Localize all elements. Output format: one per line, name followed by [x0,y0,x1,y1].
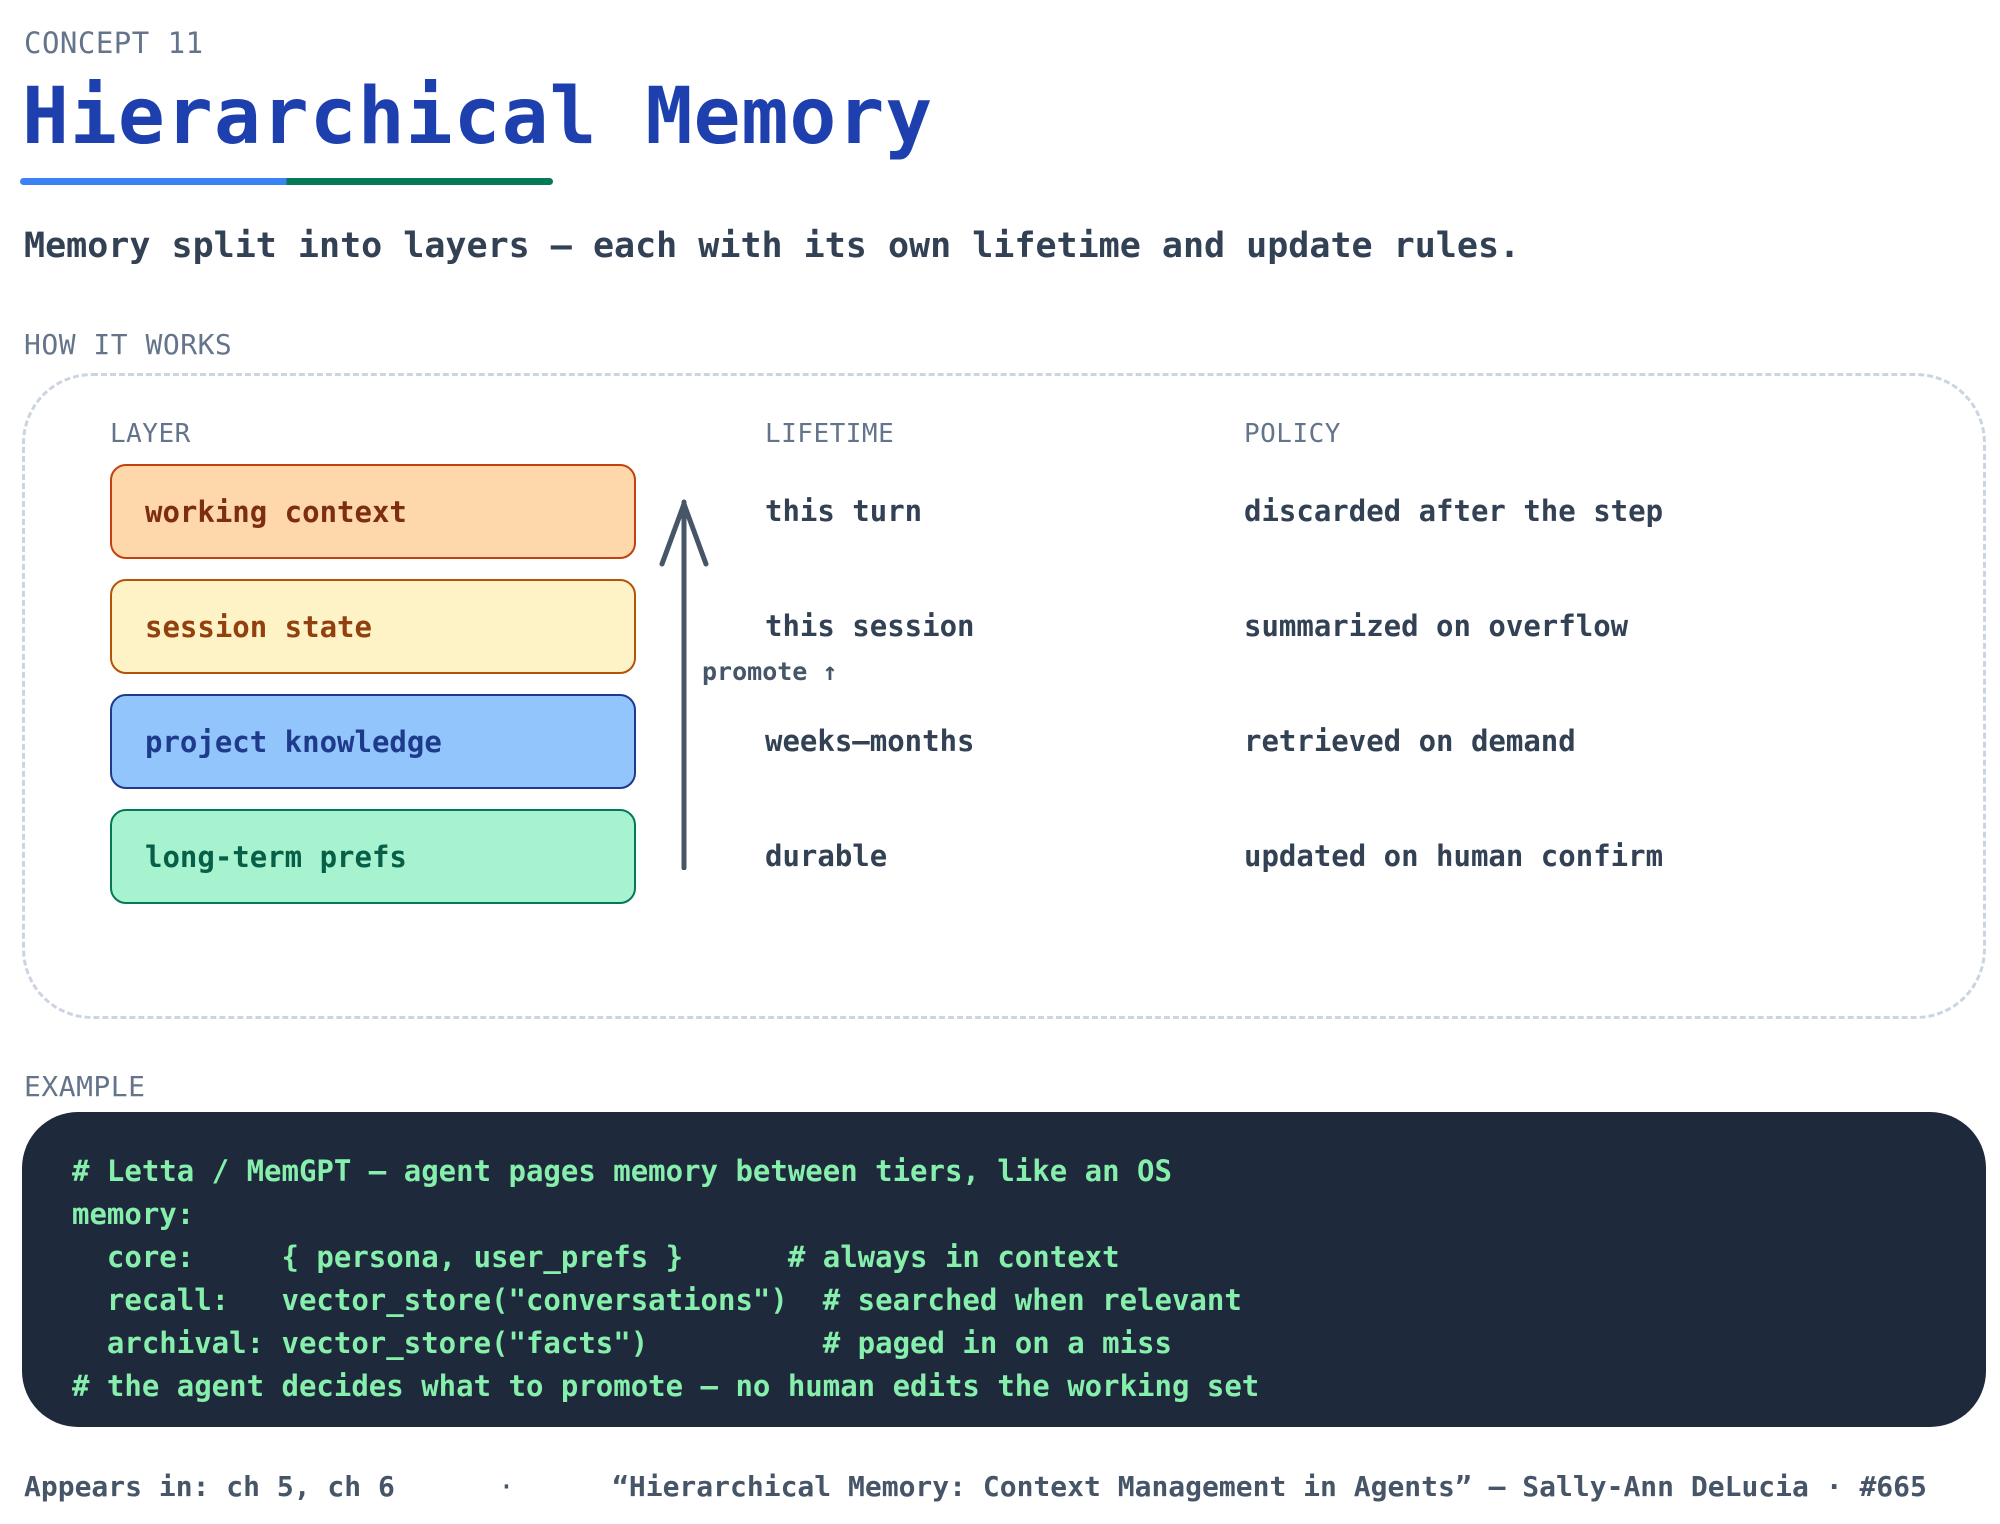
layer-name: project knowledge [145,724,442,759]
page-subtitle: Memory split into layers — each with its… [24,226,1521,266]
title-underline [20,178,553,185]
column-header-lifetime: LIFETIME [765,419,895,449]
page-title: Hierarchical Memory [22,72,934,162]
lifetime-value: this turn [765,494,923,528]
layer-box-long-term-prefs: long-term prefs [110,809,636,904]
policy-value: summarized on overflow [1244,609,1629,643]
policy-value: retrieved on demand [1244,724,1576,758]
layer-name: long-term prefs [145,839,407,874]
concept-label: CONCEPT 11 [24,26,204,60]
code-line: # the agent decides what to promote — no… [72,1369,1260,1403]
layer-box-session-state: session state [110,579,636,674]
lifetime-value: durable [765,839,888,873]
layer-box-working-context: working context [110,464,636,559]
promote-label: promote ↑ [702,657,838,686]
code-line: recall: vector_store("conversations") # … [72,1283,1242,1317]
code-example-block: # Letta / MemGPT — agent pages memory be… [22,1112,1986,1427]
lifetime-value: weeks–months [765,724,975,758]
column-header-layer: LAYER [110,419,191,449]
footer-separator: · [498,1470,515,1503]
citation-text: “Hierarchical Memory: Context Management… [612,1470,1927,1503]
code-line: memory: [72,1197,195,1231]
policy-value: updated on human confirm [1244,839,1664,873]
policy-value: discarded after the step [1244,494,1664,528]
column-header-policy: POLICY [1244,419,1341,449]
code-line: archival: vector_store("facts") # paged … [72,1326,1172,1360]
lifetime-value: this session [765,609,975,643]
how-it-works-label: HOW IT WORKS [24,328,233,361]
example-label: EXAMPLE [24,1070,146,1103]
code-line: core: { persona, user_prefs } # always i… [72,1240,1120,1274]
layer-box-project-knowledge: project knowledge [110,694,636,789]
layer-name: session state [145,609,372,644]
layer-name: working context [145,494,407,529]
code-line: # Letta / MemGPT — agent pages memory be… [72,1154,1172,1188]
appears-in-text: Appears in: ch 5, ch 6 [24,1470,395,1503]
